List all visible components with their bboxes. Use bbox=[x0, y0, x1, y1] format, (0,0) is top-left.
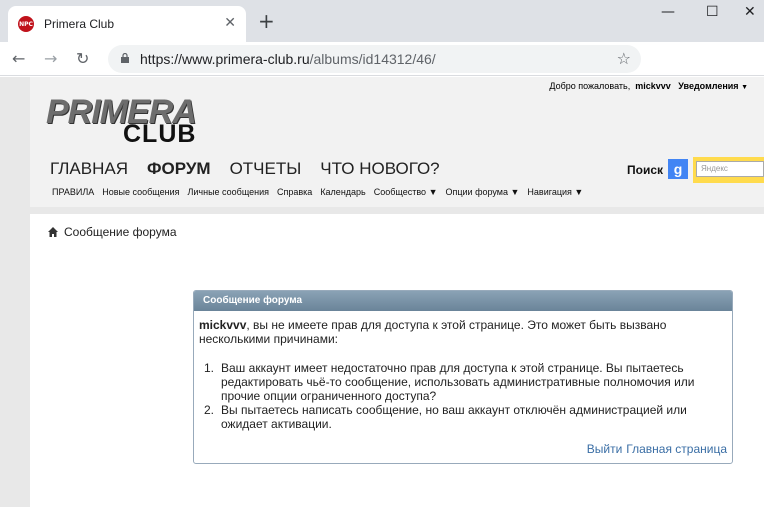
sub-nav: ПРАВИЛА Новые сообщения Личные сообщения… bbox=[52, 187, 583, 197]
notifications-menu[interactable]: Уведомления ▼ bbox=[678, 81, 748, 91]
browser-tabstrip: NPC Primera Club ✕ + — ☐ ✕ bbox=[0, 0, 764, 42]
lock-icon bbox=[121, 53, 129, 63]
message-username: mickvvv bbox=[199, 318, 247, 332]
username-link[interactable]: mickvvv bbox=[635, 81, 671, 91]
browser-tab[interactable]: NPC Primera Club ✕ bbox=[8, 6, 246, 42]
tab-close-icon[interactable]: ✕ bbox=[224, 15, 236, 31]
forward-icon[interactable]: → bbox=[44, 49, 57, 68]
home-page-link[interactable]: Главная страница bbox=[626, 442, 727, 456]
content-area: Сообщение форума Сообщение форума mickvv… bbox=[30, 214, 764, 507]
nav-forum[interactable]: ФОРУМ bbox=[147, 159, 211, 179]
nav-reports[interactable]: ОТЧЕТЫ bbox=[230, 159, 302, 179]
yandex-search-box: Яндекс bbox=[693, 157, 764, 183]
welcome-bar: Добро пожаловать, mickvvv Уведомления ▼ bbox=[549, 81, 748, 91]
yandex-search-input[interactable]: Яндекс bbox=[696, 161, 764, 177]
reload-icon[interactable]: ↻ bbox=[76, 49, 89, 68]
subnav-help[interactable]: Справка bbox=[277, 187, 312, 197]
message-intro: mickvvv, вы не имеете прав для доступа к… bbox=[199, 318, 667, 346]
browser-toolbar: ← → ↻ https://www.primera-club.ru/albums… bbox=[0, 42, 764, 76]
subnav-forum-options[interactable]: Опции форума ▼ bbox=[445, 187, 519, 197]
main-nav: ГЛАВНАЯ ФОРУМ ОТЧЕТЫ ЧТО НОВОГО? bbox=[50, 159, 440, 179]
bookmark-star-icon[interactable]: ☆ bbox=[617, 49, 631, 68]
subnav-private-messages[interactable]: Личные сообщения bbox=[187, 187, 269, 197]
window-close-icon[interactable]: ✕ bbox=[744, 4, 756, 20]
subnav-community[interactable]: Сообщество ▼ bbox=[374, 187, 438, 197]
back-icon[interactable]: ← bbox=[12, 49, 25, 68]
reasons-list: 1. Ваш аккаунт имеет недостаточно прав дл… bbox=[204, 361, 704, 431]
page-background: Добро пожаловать, mickvvv Уведомления ▼ … bbox=[0, 77, 764, 507]
subnav-calendar[interactable]: Календарь bbox=[320, 187, 365, 197]
nav-whats-new[interactable]: ЧТО НОВОГО? bbox=[320, 159, 439, 179]
address-bar[interactable]: https://www.primera-club.ru/albums/id143… bbox=[108, 45, 641, 73]
site-logo[interactable]: PRIMERA CLUB bbox=[46, 93, 216, 151]
url-text: https://www.primera-club.ru/albums/id143… bbox=[140, 51, 436, 67]
forum-message-box: Сообщение форума mickvvv, вы не имеете п… bbox=[193, 290, 733, 464]
search-label: Поиск bbox=[627, 163, 664, 177]
list-item: 2. Вы пытаетесь написать сообщение, но ва… bbox=[204, 403, 687, 431]
breadcrumb-label: Сообщение форума bbox=[64, 225, 177, 239]
google-search-icon[interactable]: g bbox=[668, 159, 688, 179]
subnav-rules[interactable]: ПРАВИЛА bbox=[52, 187, 94, 197]
home-icon[interactable] bbox=[48, 227, 58, 237]
subnav-navigation[interactable]: Навигация ▼ bbox=[527, 187, 583, 197]
nav-home[interactable]: ГЛАВНАЯ bbox=[50, 159, 128, 179]
list-item: 1. Ваш аккаунт имеет недостаточно прав дл… bbox=[204, 361, 695, 403]
subnav-new-posts[interactable]: Новые сообщения bbox=[102, 187, 179, 197]
logout-link[interactable]: Выйти bbox=[587, 442, 623, 456]
breadcrumb: Сообщение форума bbox=[48, 225, 177, 239]
site-header: Добро пожаловать, mickvvv Уведомления ▼ … bbox=[30, 77, 764, 207]
tab-title: Primera Club bbox=[44, 17, 115, 31]
message-links: Выйти Главная страница bbox=[587, 442, 727, 456]
message-box-title: Сообщение форума bbox=[194, 291, 732, 311]
new-tab-icon[interactable]: + bbox=[258, 9, 275, 33]
maximize-icon[interactable]: ☐ bbox=[706, 4, 719, 20]
site-favicon-icon: NPC bbox=[18, 16, 34, 32]
minimize-icon[interactable]: — bbox=[661, 4, 675, 20]
